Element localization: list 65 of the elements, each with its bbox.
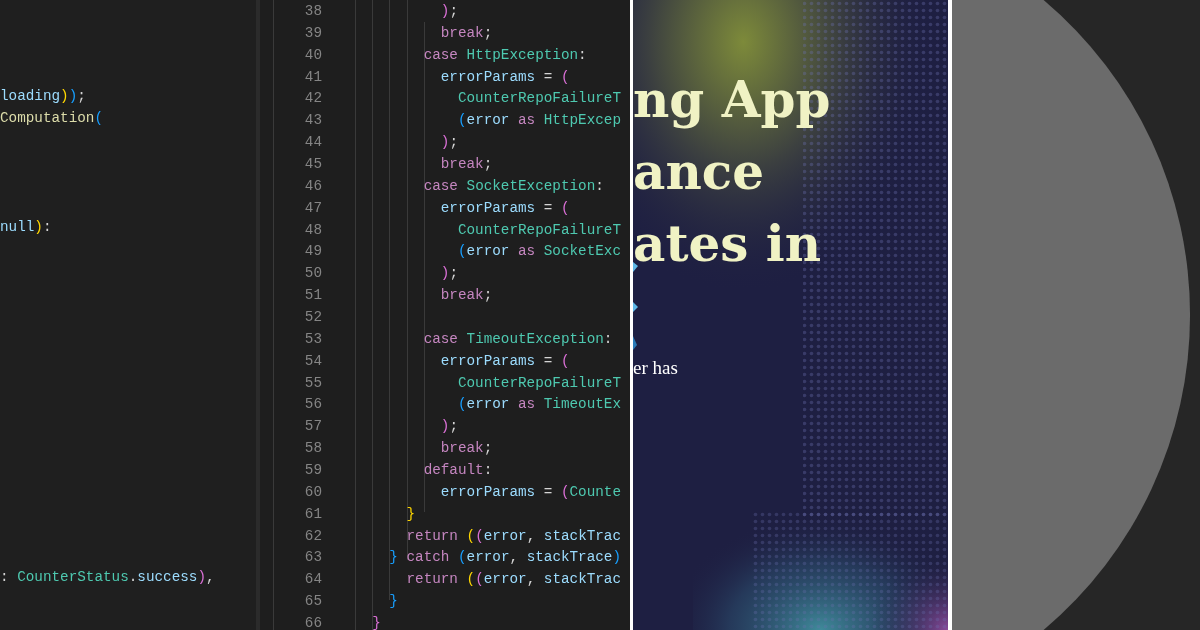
- code-line: (error as HttpExcep: [456, 111, 621, 131]
- line-number: 44: [303, 133, 322, 153]
- code-line: );: [439, 2, 458, 21]
- code-line: : CounterStatus.success),: [0, 567, 215, 587]
- line-number: 66: [303, 614, 322, 630]
- code-line: errorParams = (: [439, 198, 570, 218]
- line-number: 61: [303, 504, 322, 524]
- banner-title-line: ates in: [633, 213, 822, 275]
- code-line: );: [439, 264, 458, 284]
- code-line: errorParams = (: [439, 67, 570, 87]
- line-number: 40: [303, 45, 322, 65]
- code-line: }: [405, 504, 416, 524]
- code-line: break;: [439, 439, 493, 459]
- code-line: (error as SocketExc: [456, 242, 621, 262]
- code-line: errorParams = (: [439, 351, 570, 371]
- code-line: case SocketException:: [422, 176, 604, 196]
- line-number: 39: [303, 23, 322, 43]
- line-number: 46: [303, 176, 322, 196]
- line-number: 62: [303, 526, 322, 546]
- code-line: Computation(: [0, 108, 103, 128]
- line-number: 52: [303, 308, 322, 328]
- line-number: 64: [303, 570, 322, 590]
- code-line: }: [371, 614, 381, 630]
- code-line: break;: [439, 23, 493, 43]
- line-number: 58: [303, 439, 322, 459]
- line-number: 65: [303, 592, 322, 612]
- line-number: 41: [303, 67, 322, 87]
- line-number: 56: [303, 395, 322, 415]
- code-line: null):: [0, 218, 52, 238]
- line-number: 48: [303, 220, 322, 240]
- line-number: 63: [303, 548, 322, 568]
- code-line: return ((error, stackTrac: [405, 526, 622, 546]
- line-number: 42: [303, 89, 322, 109]
- code-line: errorParams = (Counte: [439, 482, 621, 502]
- code-line: (error as TimeoutEx: [456, 395, 621, 415]
- code-line: }: [388, 592, 398, 612]
- code-line: loading));: [0, 87, 86, 106]
- code-line: CounterRepoFailureT: [456, 89, 621, 109]
- code-line: CounterRepoFailureT: [456, 220, 621, 240]
- code-line: case TimeoutException:: [422, 329, 613, 349]
- line-number: 54: [303, 351, 322, 371]
- code-line: break;: [439, 286, 493, 306]
- code-line: );: [439, 133, 458, 153]
- banner-title-line: ance: [633, 141, 764, 203]
- code-line: return ((error, stackTrac: [405, 570, 622, 590]
- line-number: 45: [303, 155, 322, 174]
- line-number: 60: [303, 482, 322, 502]
- line-number: 49: [303, 242, 322, 262]
- line-number: 59: [303, 461, 322, 481]
- code-line: CounterRepoFailureT: [456, 373, 621, 393]
- banner-title-line: ng App: [633, 69, 831, 131]
- line-number: 43: [303, 111, 322, 131]
- line-number: 38: [303, 2, 322, 21]
- line-number: 51: [303, 286, 322, 306]
- line-number: 50: [303, 264, 322, 284]
- banner-subtitle: er has: [633, 356, 678, 380]
- code-line: default:: [422, 461, 493, 481]
- line-number: 57: [303, 417, 322, 437]
- code-line: case HttpException:: [422, 45, 587, 65]
- line-number: 47: [303, 198, 322, 218]
- line-number: 55: [303, 373, 322, 393]
- line-number: 53: [303, 329, 322, 349]
- code-line: } catch (error, stackTrace): [388, 548, 622, 568]
- code-line: );: [439, 417, 458, 437]
- code-line: break;: [439, 155, 493, 174]
